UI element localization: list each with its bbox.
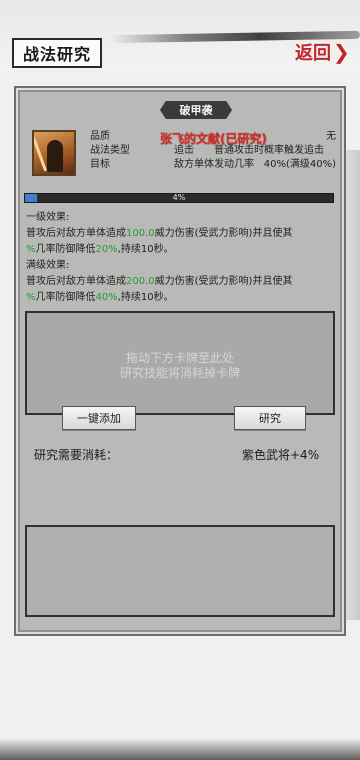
level1-line1: 普攻后对敌方单体造成100.0威力伤害(受武力影响)并且使其 xyxy=(26,226,338,242)
page-title: 战法研究 xyxy=(12,38,102,68)
progress-label: 4% xyxy=(172,193,186,202)
max-text-d: ,持续10秒。 xyxy=(117,292,174,303)
skill-name-tab: 破甲袭 xyxy=(160,101,232,119)
type-key: 战法类型 xyxy=(90,145,130,156)
back-button[interactable]: 返回 ❯ xyxy=(295,38,350,66)
max-text-c: 几率防御降低 xyxy=(35,292,96,303)
quality-key: 品质 xyxy=(90,131,110,142)
info-row-target: 目标 敌方单体 发动几率 40%(满级40%) xyxy=(90,158,336,172)
max-power: 200.0 xyxy=(126,276,155,287)
target-key: 目标 xyxy=(90,159,110,170)
level1-text-c: 几率防御降低 xyxy=(35,244,96,255)
drop-hint-line1: 拖动下方卡牌至此处 xyxy=(125,351,234,365)
target-value: 敌方单体 xyxy=(174,159,214,170)
max-text-b: 威力伤害(受武力影响)并且使其 xyxy=(154,276,293,287)
level1-text-a: 普攻后对敌方单体造成 xyxy=(26,228,126,239)
bottom-ink-decoration xyxy=(0,738,360,760)
level1-pct: % xyxy=(26,244,36,255)
research-button[interactable]: 研究 xyxy=(234,406,306,430)
cost-value: 紫色武将+4% xyxy=(242,448,320,462)
chevron-right-icon: ❯ xyxy=(333,40,350,64)
card-list-area[interactable] xyxy=(25,525,335,617)
card-drop-zone[interactable]: 拖动下方卡牌至此处 研究技能将消耗掉卡牌 xyxy=(25,311,335,415)
source-overlay: 张飞的文献(已研究) xyxy=(160,132,267,146)
max-pct: % xyxy=(26,292,36,303)
max-line1: 普攻后对敌方单体造成200.0威力伤害(受武力影响)并且使其 xyxy=(26,274,338,290)
cost-label: 研究需要消耗： xyxy=(34,448,119,462)
quality-extra-value: 无 xyxy=(326,131,336,142)
max-line2: %几率防御降低40%,持续10秒。 xyxy=(26,290,338,306)
max-debuff: 40% xyxy=(95,292,118,303)
blade-icon xyxy=(34,136,48,172)
research-progress-bar: 4% xyxy=(24,193,334,203)
add-all-button[interactable]: 一键添加 xyxy=(62,406,136,430)
level1-text-d: ,持续10秒。 xyxy=(117,244,174,255)
back-label: 返回 xyxy=(295,43,331,64)
drop-hint: 拖动下方卡牌至此处 研究技能将消耗掉卡牌 xyxy=(27,351,333,381)
skill-effects: 一级效果: 普攻后对敌方单体造成100.0威力伤害(受武力影响)并且使其 %几率… xyxy=(26,210,338,306)
level1-power: 100.0 xyxy=(126,228,155,239)
chance-key: 发动几率 xyxy=(214,159,254,170)
max-title: 满级效果: xyxy=(26,260,70,271)
level1-debuff: 20% xyxy=(95,244,118,255)
warrior-icon xyxy=(47,140,63,172)
skill-portrait[interactable] xyxy=(32,130,76,176)
max-text-a: 普攻后对敌方单体造成 xyxy=(26,276,126,287)
level1-text-b: 威力伤害(受武力影响)并且使其 xyxy=(154,228,293,239)
level1-title: 一级效果: xyxy=(26,212,70,223)
drop-hint-line2: 研究技能将消耗掉卡牌 xyxy=(119,366,240,380)
chance-value: 40%(满级40%) xyxy=(263,159,336,170)
level1-line2: %几率防御降低20%,持续10秒。 xyxy=(26,242,338,258)
